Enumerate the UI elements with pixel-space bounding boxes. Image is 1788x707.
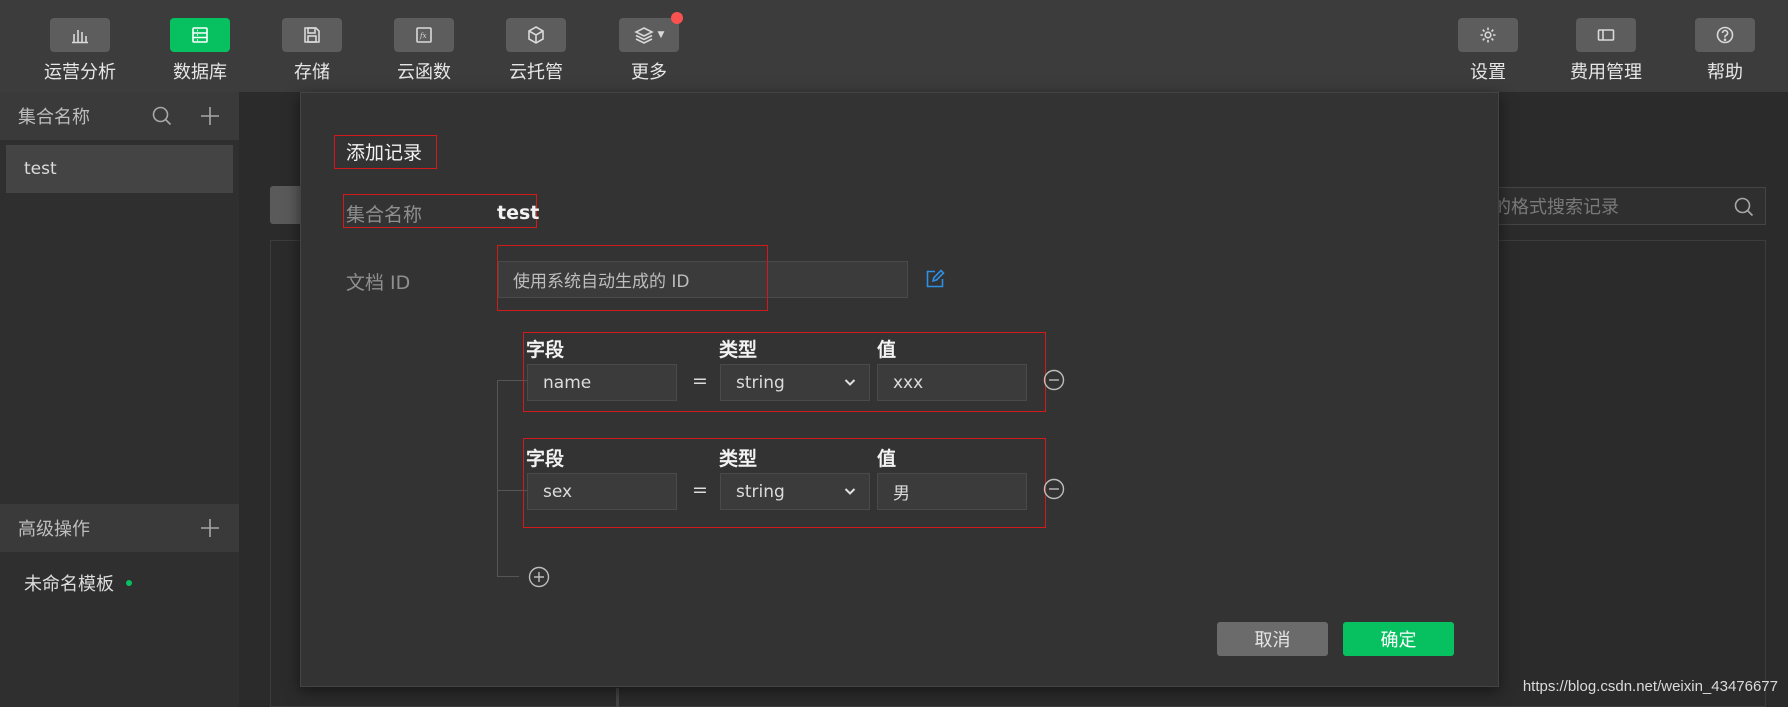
tree-line <box>497 380 498 576</box>
billing-icon <box>1597 29 1615 41</box>
modal-title: 添加记录 <box>346 142 423 164</box>
column-type-label: 类型 <box>719 448 758 470</box>
type-select[interactable]: string <box>720 364 870 401</box>
toolbar-analytics[interactable]: 运营分析 <box>25 18 135 86</box>
sidebar: 集合名称 test 高级操作 未命名模板 <box>0 92 239 707</box>
toolbar-cloud-function[interactable]: fx 云函数 <box>369 18 479 86</box>
cancel-button[interactable]: 取消 <box>1217 622 1328 656</box>
function-icon: fx <box>416 27 432 43</box>
column-value-label: 值 <box>877 339 897 361</box>
record-search-input[interactable]: 的格式搜索记录 <box>1480 187 1766 225</box>
toolbar-label: 设置 <box>1470 62 1506 83</box>
value-input[interactable]: 男 <box>877 473 1027 510</box>
save-icon <box>304 27 320 43</box>
add-field-icon[interactable] <box>528 566 550 588</box>
template-item[interactable]: 未命名模板 <box>24 570 132 596</box>
toolbar-label: 存储 <box>294 62 330 83</box>
toolbar-help[interactable]: 帮助 <box>1670 18 1780 86</box>
field-name-value: name <box>543 372 592 393</box>
chevron-down-icon <box>843 374 857 388</box>
watermark-url: https://blog.csdn.net/weixin_43476677 <box>1522 678 1778 695</box>
svg-text:fx: fx <box>419 32 427 40</box>
toolbar-label: 更多 <box>631 62 667 83</box>
toolbar-settings[interactable]: 设置 <box>1433 18 1543 86</box>
field-name-input[interactable]: name <box>527 364 677 401</box>
cube-icon <box>528 26 544 44</box>
column-type-label: 类型 <box>719 339 758 361</box>
field-name-input[interactable]: sex <box>527 473 677 510</box>
type-select-value: string <box>736 372 785 393</box>
collections-title: 集合名称 <box>18 107 90 128</box>
database-icon <box>192 27 208 43</box>
template-item-label: 未命名模板 <box>24 574 114 595</box>
doc-id-label: 文档 ID <box>346 272 411 294</box>
search-icon[interactable] <box>151 105 173 127</box>
toolbar-cloud-hosting[interactable]: 云托管 <box>481 18 591 86</box>
toolbar-label: 帮助 <box>1707 62 1743 83</box>
toolbar-label: 数据库 <box>173 62 227 83</box>
equals-sign: = <box>692 370 708 392</box>
search-placeholder: 的格式搜索记录 <box>1493 197 1619 218</box>
toolbar-label: 费用管理 <box>1570 62 1642 83</box>
type-select-value: string <box>736 481 785 502</box>
toolbar-label: 运营分析 <box>44 62 116 83</box>
settings-button[interactable] <box>1458 18 1518 52</box>
confirm-button[interactable]: 确定 <box>1343 622 1454 656</box>
collection-label: 集合名称 <box>346 204 423 226</box>
analytics-button[interactable] <box>50 18 110 52</box>
toolbar-storage[interactable]: 存储 <box>257 18 367 86</box>
column-field-label: 字段 <box>526 339 565 361</box>
column-field-label: 字段 <box>526 448 565 470</box>
edit-icon[interactable] <box>925 269 945 289</box>
toolbar-billing[interactable]: 费用管理 <box>1551 18 1661 86</box>
cloud-hosting-button[interactable] <box>506 18 566 52</box>
collection-value: test <box>497 202 540 224</box>
notification-badge <box>671 12 683 24</box>
advanced-header: 高级操作 <box>0 504 239 552</box>
tree-branch <box>497 576 519 577</box>
chevron-down-icon <box>843 483 857 497</box>
collections-header: 集合名称 <box>0 92 239 140</box>
top-toolbar: 运营分析 数据库 存储 fx 云函数 云托管 ▼ 更多 设置 费用管理 帮助 <box>0 0 1788 92</box>
remove-field-icon[interactable] <box>1043 369 1065 391</box>
add-template-icon[interactable] <box>199 517 221 539</box>
search-icon[interactable] <box>1733 196 1755 218</box>
database-button[interactable] <box>170 18 230 52</box>
advanced-title: 高级操作 <box>18 519 90 540</box>
divider <box>616 688 619 707</box>
cloud-function-button[interactable]: fx <box>394 18 454 52</box>
help-icon <box>1716 26 1734 44</box>
status-dot <box>126 580 132 586</box>
value-input-value: 男 <box>893 484 910 504</box>
collection-item-label: test <box>24 159 57 179</box>
billing-button[interactable] <box>1576 18 1636 52</box>
toolbar-database[interactable]: 数据库 <box>145 18 255 86</box>
remove-field-icon[interactable] <box>1043 478 1065 500</box>
add-collection-icon[interactable] <box>199 105 221 127</box>
help-button[interactable] <box>1695 18 1755 52</box>
value-input-value: xxx <box>893 372 924 393</box>
storage-button[interactable] <box>282 18 342 52</box>
layers-icon <box>633 27 654 44</box>
annotation-box <box>497 245 768 311</box>
toolbar-label: 云函数 <box>397 62 451 83</box>
column-value-label: 值 <box>877 448 897 470</box>
more-button[interactable]: ▼ <box>619 12 683 52</box>
toolbar-label: 云托管 <box>509 62 563 83</box>
field-name-value: sex <box>543 481 573 502</box>
value-input[interactable]: xxx <box>877 364 1027 401</box>
type-select[interactable]: string <box>720 473 870 510</box>
gear-icon <box>1480 27 1496 43</box>
collection-item-test[interactable]: test <box>6 145 233 193</box>
bar-chart-icon <box>72 30 88 44</box>
equals-sign: = <box>692 479 708 501</box>
chevron-down-icon: ▼ <box>657 30 665 40</box>
toolbar-more[interactable]: ▼ 更多 <box>594 12 704 86</box>
